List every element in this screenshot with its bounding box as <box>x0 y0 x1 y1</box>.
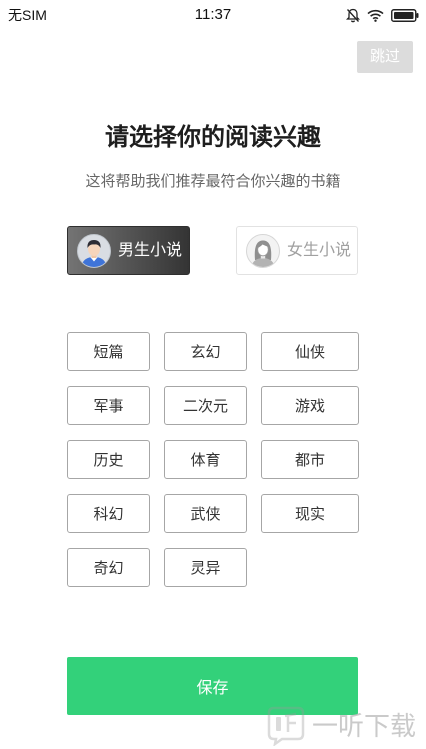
interest-tag[interactable]: 仙侠 <box>261 332 359 371</box>
interest-tag[interactable]: 奇幻 <box>67 548 150 587</box>
interest-tag[interactable]: 游戏 <box>261 386 359 425</box>
interest-tag[interactable]: 二次元 <box>164 386 247 425</box>
wifi-icon <box>367 9 384 22</box>
mute-bell-icon <box>346 8 360 23</box>
male-avatar-icon <box>77 233 111 268</box>
female-avatar-icon <box>246 233 280 268</box>
interest-tag[interactable]: 玄幻 <box>164 332 247 371</box>
gender-option-male[interactable]: 男生小说 <box>67 226 190 275</box>
status-icons <box>346 6 419 24</box>
watermark-text: 一听下载 <box>312 711 417 741</box>
save-button[interactable]: 保存 <box>67 657 358 715</box>
interest-tag[interactable]: 都市 <box>261 440 359 479</box>
interest-tag[interactable]: 体育 <box>164 440 247 479</box>
page-subtitle: 这将帮助我们推荐最符合你兴趣的书籍 <box>85 173 341 190</box>
interest-tag[interactable]: 军事 <box>67 386 150 425</box>
interest-tag[interactable]: 短篇 <box>67 332 150 371</box>
gender-option-label: 男生小说 <box>118 241 183 259</box>
gender-option-label: 女生小说 <box>287 241 352 259</box>
interest-tag[interactable]: 历史 <box>67 440 150 479</box>
status-bar: 无SIM 11:37 <box>0 0 426 30</box>
gender-option-female[interactable]: 女生小说 <box>236 226 358 275</box>
interest-tag-grid: 短篇 玄幻 仙侠 军事 二次元 游戏 历史 体育 都市 科幻 武侠 现实 奇幻 … <box>67 332 359 587</box>
interest-tag[interactable]: 武侠 <box>164 494 247 533</box>
page-title: 请选择你的阅读兴趣 <box>105 124 321 151</box>
battery-icon <box>391 8 419 22</box>
interest-tag[interactable]: 科幻 <box>67 494 150 533</box>
interest-tag[interactable]: 现实 <box>261 494 359 533</box>
skip-button[interactable]: 跳过 <box>357 41 413 73</box>
watermark-logo-icon <box>267 706 305 746</box>
interest-tag[interactable]: 灵异 <box>164 548 247 587</box>
